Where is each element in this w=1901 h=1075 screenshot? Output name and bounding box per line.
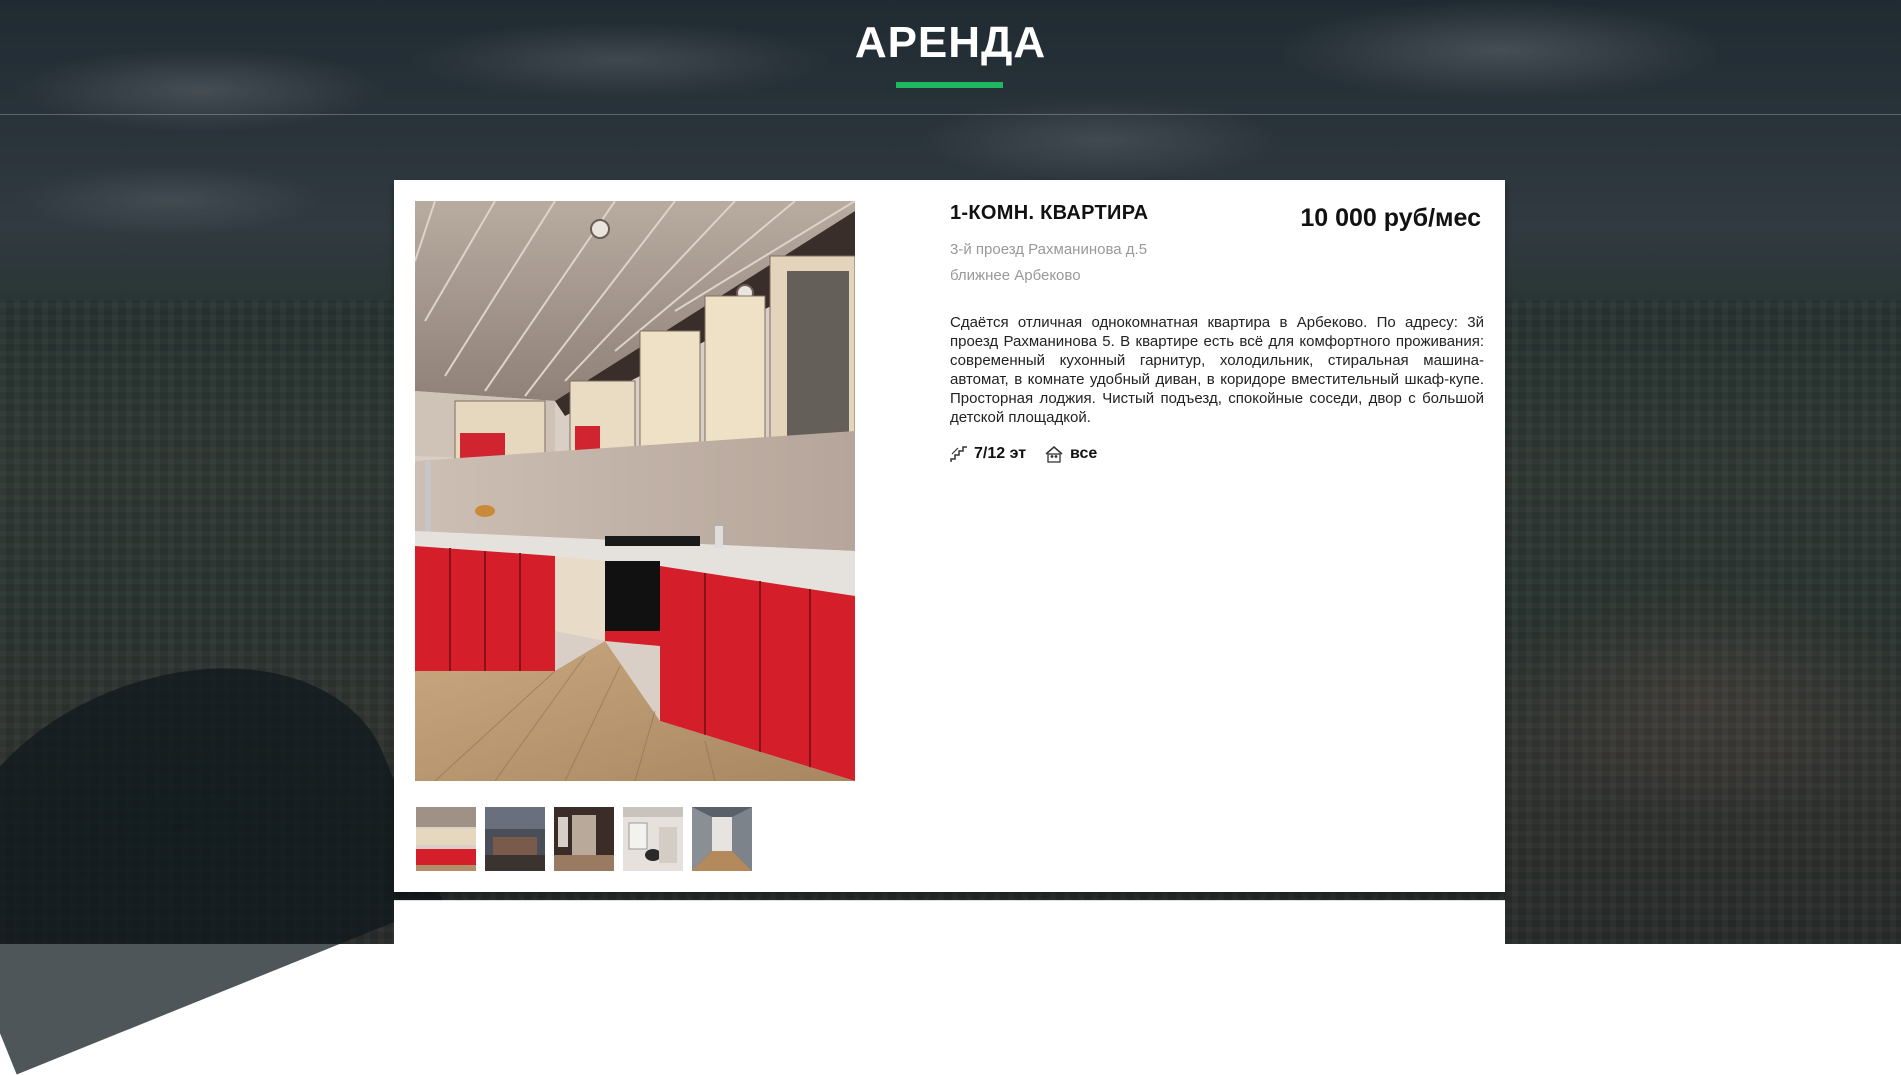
thumbnail-image (416, 807, 476, 871)
kitchen-photo (415, 201, 855, 781)
thumbnail-room[interactable] (485, 807, 545, 871)
floor-value: 7/12 эт (974, 445, 1027, 462)
thumbnail-kitchen[interactable] (416, 807, 476, 871)
thumbnail-image (554, 807, 614, 871)
thumbnail-image (623, 807, 683, 871)
address-district: ближнее Арбеково (950, 267, 1081, 284)
page-title: АРЕНДА (854, 18, 1047, 67)
address-street: 3-й проезд Рахманинова д.5 (950, 241, 1148, 258)
main-photo[interactable] (415, 201, 855, 781)
tenants-value: все (1070, 445, 1098, 462)
next-listing-card (394, 900, 1505, 961)
thumbnail-hallway[interactable] (554, 807, 614, 871)
title-underline (896, 82, 1003, 88)
address: 3-й проезд Рахманинова д.5 ближнее Арбек… (950, 237, 1484, 289)
thumbnail-image (692, 807, 752, 871)
people-house-icon (1044, 445, 1064, 463)
thumbnail-bathroom[interactable] (623, 807, 683, 871)
floor-info: 7/12 эт (950, 445, 1026, 463)
thumbnail-strip (416, 807, 752, 871)
listing-meta: 7/12 эт все (950, 445, 1484, 463)
stairs-icon (950, 445, 968, 463)
description: Сдаётся отличная однокомнатная квартира … (950, 314, 1484, 426)
thumbnail-corridor[interactable] (692, 807, 752, 871)
thumbnail-image (485, 807, 545, 871)
listing-card: 1-КОМН. КВАРТИРА 3-й проезд Рахманинова … (394, 180, 1505, 892)
tenants-info: все (1044, 445, 1097, 463)
price: 10 000 руб/мес (1300, 204, 1481, 232)
listing-info: 1-КОМН. КВАРТИРА 3-й проезд Рахманинова … (950, 202, 1484, 463)
page-header: АРЕНДА (0, 0, 1901, 115)
